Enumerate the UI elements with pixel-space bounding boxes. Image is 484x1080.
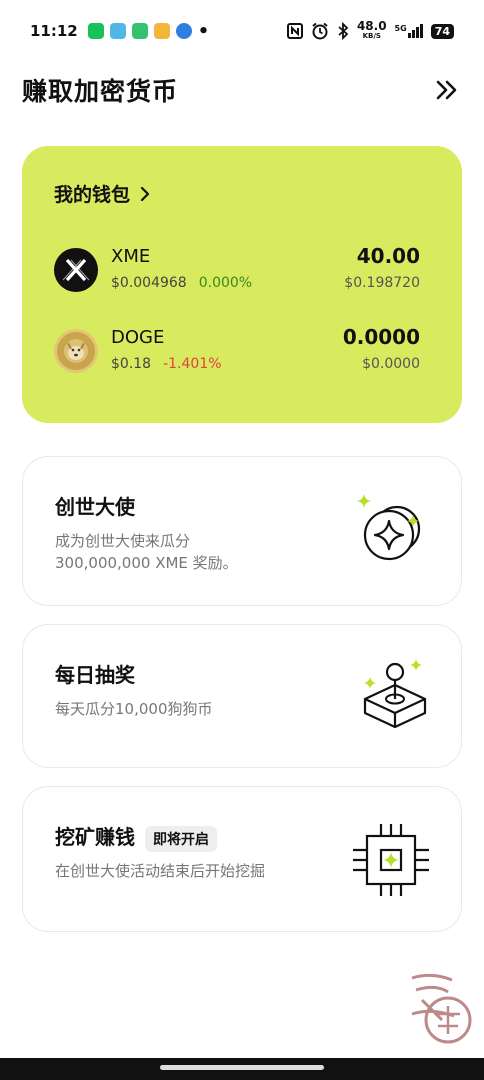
bluetooth-icon: [338, 22, 349, 40]
coin-price-row: $0.004968 0.000%: [111, 275, 252, 291]
app-notification-icon: [131, 23, 148, 39]
coin-value: $0.0000: [362, 356, 420, 372]
coin-price-row: $0.18 -1.401%: [111, 356, 222, 372]
feature-title: 每日抽奖: [55, 663, 135, 687]
chevron-right-icon: [140, 186, 150, 201]
feature-description: 在创世大使活动结束后开始挖掘: [55, 860, 355, 882]
wallet-card[interactable]: 我的钱包 XME $0.004968 0.000% 40.00 $0.19872…: [22, 146, 462, 423]
doge-logo-icon: [54, 329, 98, 373]
nfc-icon: [286, 23, 303, 39]
network-speed: 48.0 KB/S: [356, 19, 387, 41]
feature-title: 挖矿赚钱: [55, 825, 135, 849]
alarm-icon: [312, 22, 328, 40]
xme-logo-icon: [54, 248, 98, 292]
status-bar: 11:12 • 48.0 KB/S 5G 74: [0, 0, 484, 62]
coin-name: DOGE: [111, 327, 165, 348]
feature-description: 每天瓜分10,000狗狗币: [55, 698, 335, 720]
feature-description-line: 在创世大使活动结束后开始挖掘: [55, 862, 266, 880]
coin-change: 0.000%: [198, 275, 253, 291]
page: 11:12 • 48.0 KB/S 5G 74 赚取加密货币 我的钱包 XME …: [0, 0, 484, 1080]
coins-sparkle-icon: [357, 494, 421, 561]
battery-icon: 74: [430, 23, 454, 39]
feature-card-mining[interactable]: 挖矿赚钱 即将开启 在创世大使活动结束后开始挖掘: [22, 786, 462, 932]
joystick-icon: [363, 659, 427, 729]
home-indicator[interactable]: [160, 1065, 324, 1070]
feature-description-line: 每天瓜分10,000狗狗币: [55, 700, 213, 718]
coin-row-xme[interactable]: XME $0.004968 0.000% 40.00 $0.198720: [54, 244, 420, 296]
coin-name: XME: [111, 246, 151, 267]
more-notifications-icon: •: [197, 20, 210, 42]
double-chevron-right-icon: [436, 80, 457, 100]
coming-soon-badge: 即将开启: [145, 825, 217, 852]
feature-title: 创世大使: [55, 495, 135, 519]
feature-card-daily-lottery[interactable]: 每日抽奖 每天瓜分10,000狗狗币: [22, 624, 462, 768]
signal-icon: 5G: [395, 24, 423, 38]
signal-label: 5G: [394, 24, 407, 33]
header: 赚取加密货币: [22, 68, 462, 112]
feature-title-row: 挖矿赚钱 即将开启: [55, 821, 217, 852]
coin-amount: 0.0000: [342, 325, 420, 349]
app-notification-icon: [87, 23, 104, 39]
system-navigation-bar: [0, 1058, 484, 1080]
coin-price: $0.004968: [111, 275, 187, 291]
coin-row-doge[interactable]: DOGE $0.18 -1.401% 0.0000 $0.0000: [54, 325, 420, 377]
feature-description: 成为创世大使来瓜分 300,000,000 XME 奖励。: [55, 530, 335, 574]
page-title: 赚取加密货币: [22, 77, 179, 106]
coin-price: $0.18: [111, 356, 152, 372]
status-time: 11:12: [30, 22, 78, 40]
expand-button[interactable]: [432, 75, 462, 105]
app-notification-icon: [153, 23, 170, 39]
feature-card-ambassador[interactable]: 创世大使 成为创世大使来瓜分 300,000,000 XME 奖励。: [22, 456, 462, 606]
status-right: 48.0 KB/S 5G 74: [286, 19, 454, 41]
coin-amount: 40.00: [356, 244, 420, 268]
wallet-header[interactable]: 我的钱包: [54, 180, 150, 207]
watermark-seal-icon: [411, 973, 472, 1044]
wallet-title: 我的钱包: [54, 184, 131, 206]
network-speed-unit: KB/S: [362, 32, 381, 40]
chip-icon: [353, 824, 429, 896]
app-notification-icon: [109, 23, 126, 39]
coin-change: -1.401%: [163, 356, 222, 372]
network-speed-value: 48.0: [356, 19, 387, 33]
coin-value: $0.198720: [344, 275, 420, 291]
feature-description-line: 300,000,000 XME 奖励。: [55, 554, 238, 572]
app-notification-icon: [175, 23, 192, 39]
feature-description-line: 成为创世大使来瓜分: [55, 532, 191, 550]
